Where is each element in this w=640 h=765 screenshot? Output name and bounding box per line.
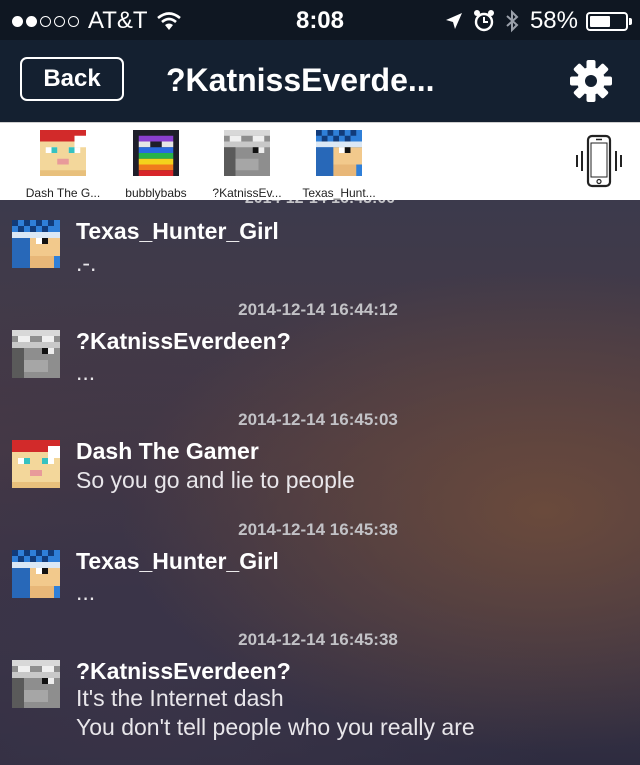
chat-transcript[interactable]: 2014-12-14 16:43:00 Texas_Hunter_Girl .-… bbox=[0, 200, 640, 765]
avatar bbox=[12, 330, 60, 378]
message-text: You don't tell people who you really are bbox=[76, 714, 475, 740]
phone-vibrate-icon[interactable] bbox=[576, 133, 622, 191]
message-timestamp: 2014-12-14 16:44:12 bbox=[238, 300, 398, 319]
message-timestamp: 2014-12-14 16:45:38 bbox=[238, 520, 398, 539]
participant-bubblybabs[interactable]: bubblybabs bbox=[111, 130, 201, 200]
avatar bbox=[12, 660, 60, 708]
conversation-title: ?KatnissEverde... bbox=[166, 62, 435, 98]
bluetooth-icon bbox=[506, 9, 519, 33]
battery-icon bbox=[586, 11, 632, 31]
message-sender: Dash The Gamer bbox=[76, 438, 259, 464]
alarm-icon bbox=[473, 10, 494, 32]
message-timestamp: 2014-12-14 16:45:38 bbox=[238, 630, 398, 649]
message-text: So you go and lie to people bbox=[76, 467, 355, 493]
avatar bbox=[12, 440, 60, 488]
participant-katniss[interactable]: ?KatnissEv... bbox=[202, 130, 292, 200]
avatar bbox=[316, 130, 362, 176]
message-sender: Texas_Hunter_Girl bbox=[76, 218, 279, 244]
avatar bbox=[12, 550, 60, 598]
participant-name: bubblybabs bbox=[125, 186, 187, 200]
avatar bbox=[133, 130, 179, 176]
avatar bbox=[12, 220, 60, 268]
participant-name: ?KatnissEv... bbox=[212, 186, 282, 200]
message-sender: Texas_Hunter_Girl bbox=[76, 548, 279, 574]
message-text: ... bbox=[76, 359, 96, 385]
battery-fill bbox=[590, 15, 610, 27]
message-sender: ?KatnissEverdeen? bbox=[76, 658, 291, 684]
participant-dash[interactable]: Dash The G... bbox=[18, 130, 108, 200]
participant-name: Dash The G... bbox=[25, 186, 101, 200]
navigation-bar: Back ?KatnissEverde... bbox=[0, 40, 640, 122]
message-timestamp: 2014-12-14 16:45:03 bbox=[238, 410, 398, 429]
back-button[interactable]: Back bbox=[20, 57, 124, 101]
message-text: .-. bbox=[76, 250, 97, 276]
status-bar: AT&T 8:08 58% bbox=[0, 0, 640, 40]
avatar bbox=[40, 130, 86, 176]
avatar bbox=[224, 130, 270, 176]
participants-strip: Dash The G... bubblybabs ?KatnissEv... T… bbox=[0, 122, 640, 202]
message-text: It's the Internet dash bbox=[76, 685, 284, 711]
participant-name: Texas_Hunt... bbox=[302, 186, 376, 200]
message-timestamp: 2014-12-14 16:43:00 bbox=[0, 200, 640, 208]
gear-icon[interactable] bbox=[568, 58, 614, 104]
message-sender: ?KatnissEverdeen? bbox=[76, 328, 291, 354]
location-arrow-icon bbox=[445, 13, 462, 29]
status-right: 58% bbox=[444, 7, 632, 35]
battery-percent: 58% bbox=[529, 7, 578, 34]
message-text: ... bbox=[76, 579, 96, 605]
participant-texas[interactable]: Texas_Hunt... bbox=[294, 130, 384, 200]
